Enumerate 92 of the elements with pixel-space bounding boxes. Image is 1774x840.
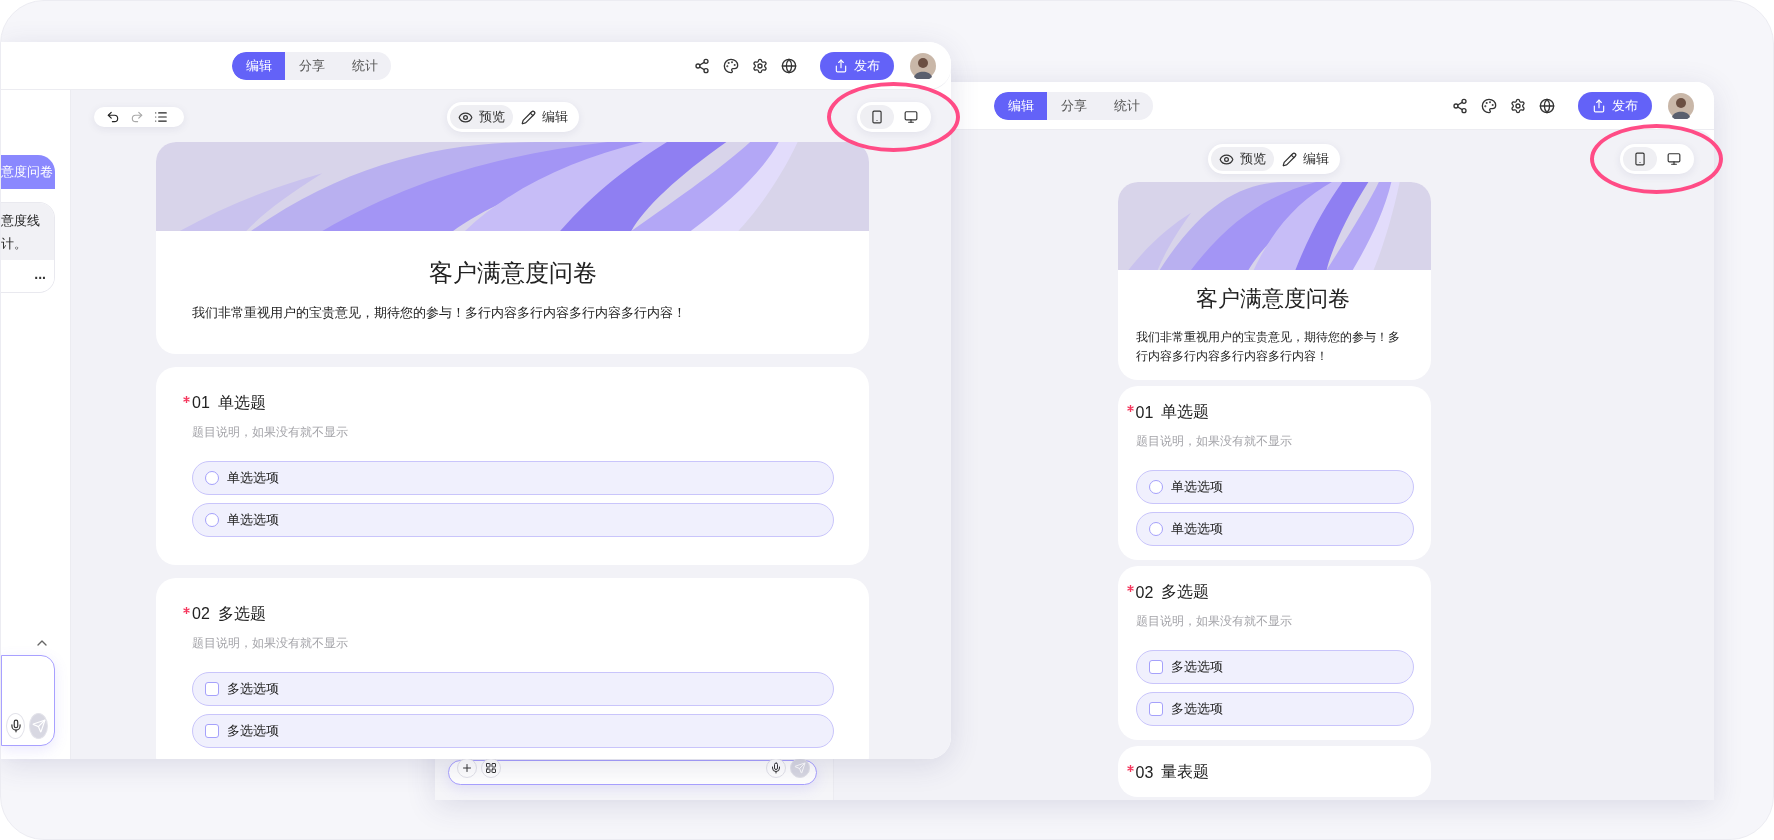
survey-description: 我们非常重视用户的宝贵意见，期待您的参与！多行内容多行内容多行内容多行内容！	[192, 304, 687, 322]
answer-option[interactable]: 单选选项	[192, 460, 834, 495]
palette-icon[interactable]	[1481, 97, 1497, 114]
question-title: 单选题	[1161, 402, 1210, 423]
tab[interactable]: 分享	[1047, 91, 1100, 120]
phone-view-button[interactable]	[860, 105, 894, 129]
reply-text: 意度线	[1, 212, 41, 230]
radio-button[interactable]	[205, 512, 219, 527]
question-title: 量表题	[1161, 762, 1210, 783]
option-label: 单选选项	[1170, 520, 1223, 539]
answer-option[interactable]: 多选选项	[1135, 692, 1414, 727]
share-box-icon	[1592, 98, 1606, 113]
grid-icon	[485, 762, 497, 774]
send-icon	[794, 762, 806, 774]
radio-button[interactable]	[1148, 480, 1163, 495]
question-number: 02	[1135, 583, 1154, 602]
answer-option[interactable]: 单选选项	[1135, 470, 1414, 505]
radio-button[interactable]	[1148, 522, 1163, 537]
microphone-button[interactable]	[6, 713, 25, 739]
palette-icon[interactable]	[723, 57, 739, 74]
option-label: 单选选项	[227, 468, 279, 487]
share-icon[interactable]	[694, 57, 710, 74]
globe-icon[interactable]	[1539, 97, 1555, 114]
user-message: 意度问卷	[1, 155, 55, 189]
option-label: 多选选项	[1170, 658, 1223, 677]
question-title: 多选题	[1161, 582, 1210, 603]
eye-icon	[457, 109, 473, 125]
preview-button[interactable]: 预览	[449, 105, 513, 129]
tab[interactable]: 统计	[1100, 91, 1153, 120]
avatar[interactable]	[1668, 92, 1694, 119]
answer-option[interactable]: 多选选项	[192, 713, 834, 748]
settings-icon[interactable]	[752, 57, 768, 74]
share-box-icon	[834, 58, 848, 73]
reply-text: 计。	[1, 235, 28, 254]
radio-button[interactable]	[205, 470, 219, 485]
list-icon[interactable]	[154, 110, 168, 124]
tab[interactable]: 编辑	[232, 51, 285, 80]
phone-view-button[interactable]	[1623, 147, 1657, 171]
monitor-icon	[904, 110, 918, 124]
publish-button[interactable]: 发布	[1578, 91, 1652, 120]
share-icon[interactable]	[1452, 97, 1468, 114]
phone-icon	[870, 110, 884, 124]
microphone-button[interactable]	[766, 758, 786, 778]
survey-title: 客户满意度问卷	[1195, 285, 1351, 313]
tab[interactable]: 分享	[285, 51, 338, 80]
question-title: 单选题	[217, 392, 266, 413]
preview-button[interactable]: 预览	[1211, 147, 1274, 171]
send-icon	[31, 719, 46, 733]
message-input[interactable]	[1, 655, 55, 746]
question-number: 03	[1135, 763, 1154, 782]
option-label: 多选选项	[227, 721, 279, 740]
microphone-icon	[8, 719, 23, 733]
question-hint: 题目说明，如果没有就不显示	[1135, 613, 1293, 631]
globe-icon[interactable]	[781, 57, 797, 74]
avatar[interactable]	[910, 52, 936, 79]
survey-description: 我们非常重视用户的宝贵意见，期待您的参与！多行内容多行内容多行内容多行内容！	[1135, 329, 1401, 366]
checkbox[interactable]	[205, 681, 219, 696]
eye-icon	[1219, 151, 1234, 167]
checkbox[interactable]	[205, 723, 219, 738]
option-label: 单选选项	[227, 510, 279, 529]
undo-icon[interactable]	[106, 110, 120, 124]
apps-button[interactable]	[481, 758, 501, 778]
question-hint: 题目说明，如果没有就不显示	[1135, 433, 1293, 451]
question-hint: 题目说明，如果没有就不显示	[192, 423, 349, 441]
tab[interactable]: 统计	[338, 51, 391, 80]
question-number: 01	[1135, 403, 1154, 422]
survey-title: 客户满意度问卷	[427, 258, 598, 288]
edit-button[interactable]: 编辑	[1274, 147, 1337, 171]
question-hint: 题目说明，如果没有就不显示	[192, 634, 349, 652]
tab[interactable]: 编辑	[994, 91, 1047, 120]
message-input[interactable]	[448, 760, 817, 785]
answer-option[interactable]: 单选选项	[1135, 512, 1414, 547]
publish-button[interactable]: 发布	[820, 51, 894, 80]
option-label: 单选选项	[1170, 478, 1223, 497]
answer-option[interactable]: 多选选项	[192, 671, 834, 706]
answer-option[interactable]: 单选选项	[192, 502, 834, 537]
checkbox[interactable]	[1148, 702, 1163, 717]
pencil-icon	[1282, 151, 1297, 167]
monitor-icon	[1667, 152, 1681, 166]
question-title: 多选题	[217, 603, 266, 624]
pencil-icon	[520, 109, 536, 125]
question-number: 01	[192, 394, 210, 413]
settings-icon[interactable]	[1510, 97, 1526, 114]
answer-option[interactable]: 多选选项	[1135, 650, 1414, 685]
microphone-icon	[770, 762, 782, 774]
option-label: 多选选项	[1170, 700, 1223, 719]
checkbox[interactable]	[1148, 660, 1163, 675]
question-number: 02	[192, 605, 210, 624]
edit-button[interactable]: 编辑	[512, 105, 576, 129]
option-label: 多选选项	[227, 679, 279, 698]
plus-icon	[461, 762, 473, 774]
phone-icon	[1633, 152, 1647, 166]
